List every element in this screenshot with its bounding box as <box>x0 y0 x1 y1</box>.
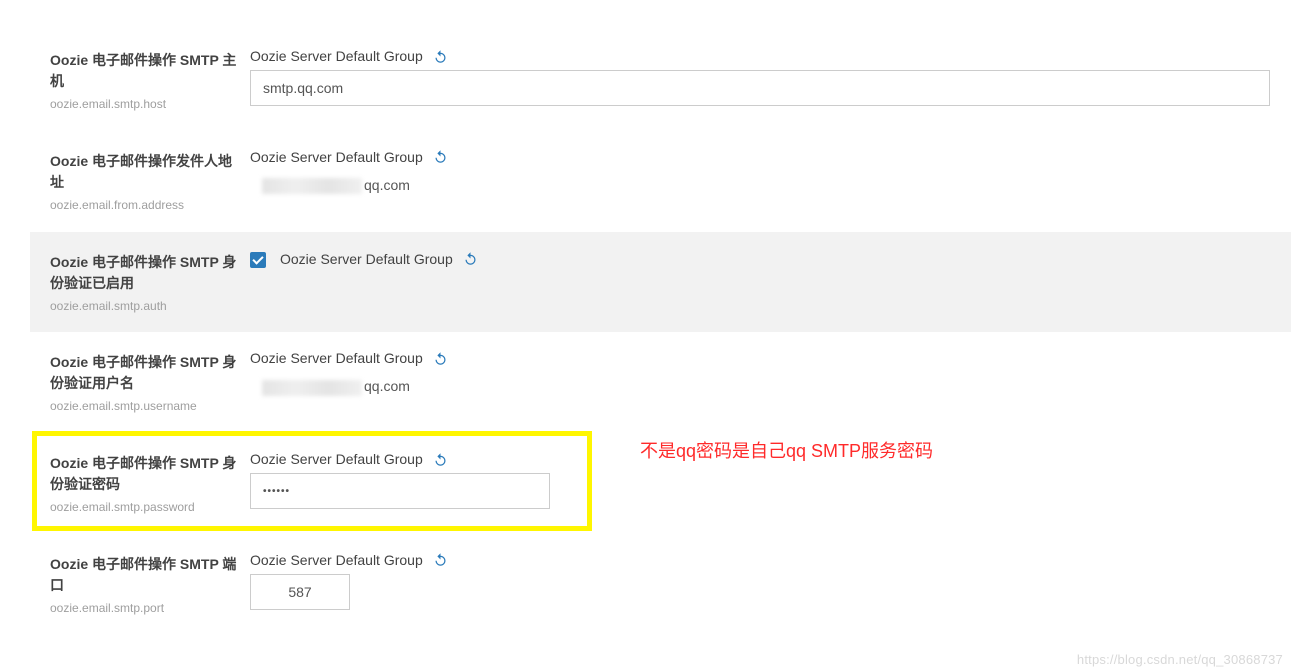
row-from-address: Oozie 电子邮件操作发件人地址 oozie.email.from.addre… <box>50 131 1291 232</box>
from-address-value[interactable]: qq.com <box>250 171 1291 194</box>
revert-icon[interactable] <box>433 351 448 366</box>
revert-icon[interactable] <box>433 552 448 567</box>
row-smtp-auth: Oozie 电子邮件操作 SMTP 身份验证已启用 oozie.email.sm… <box>30 232 1291 333</box>
row-smtp-password: 不是qq密码是自己qq SMTP服务密码 Oozie 电子邮件操作 SMTP 身… <box>50 433 1291 534</box>
label-col: Oozie 电子邮件操作 SMTP 身份验证密码 oozie.email.smt… <box>50 451 250 516</box>
field-title: Oozie 电子邮件操作 SMTP 端口 <box>50 554 240 596</box>
watermark: https://blog.csdn.net/qq_30868737 <box>1077 652 1283 667</box>
smtp-username-suffix: qq.com <box>364 378 410 394</box>
label-col: Oozie 电子邮件操作 SMTP 端口 oozie.email.smtp.po… <box>50 552 250 617</box>
group-line: Oozie Server Default Group <box>250 48 1291 64</box>
from-address-suffix: qq.com <box>364 177 410 193</box>
field-key: oozie.email.smtp.host <box>50 96 240 113</box>
value-col: Oozie Server Default Group qq.com <box>250 149 1291 194</box>
field-key: oozie.email.from.address <box>50 197 240 214</box>
smtp-port-input[interactable] <box>250 574 350 610</box>
field-key: oozie.email.smtp.auth <box>50 298 240 315</box>
value-col: Oozie Server Default Group <box>250 48 1291 106</box>
group-line: Oozie Server Default Group <box>250 552 1291 568</box>
group-line: Oozie Server Default Group <box>250 250 1291 268</box>
value-col: Oozie Server Default Group qq.com <box>250 350 1291 395</box>
smtp-auth-checkbox[interactable] <box>250 252 266 268</box>
group-line: Oozie Server Default Group <box>250 149 1291 165</box>
field-key: oozie.email.smtp.password <box>50 499 240 516</box>
field-title: Oozie 电子邮件操作 SMTP 身份验证密码 <box>50 453 240 495</box>
group-name: Oozie Server Default Group <box>250 48 423 64</box>
redacted-segment <box>262 380 362 396</box>
smtp-username-value[interactable]: qq.com <box>250 372 1291 395</box>
group-name: Oozie Server Default Group <box>250 149 423 165</box>
group-name: Oozie Server Default Group <box>250 451 423 467</box>
config-form: Oozie 电子邮件操作 SMTP 主机 oozie.email.smtp.ho… <box>0 0 1291 655</box>
revert-icon[interactable] <box>433 452 448 467</box>
revert-icon[interactable] <box>433 49 448 64</box>
redacted-segment <box>262 178 362 194</box>
smtp-password-input[interactable]: •••••• <box>250 473 550 509</box>
value-col: Oozie Server Default Group <box>250 552 1291 610</box>
label-col: Oozie 电子邮件操作发件人地址 oozie.email.from.addre… <box>50 149 250 214</box>
annotation-text: 不是qq密码是自己qq SMTP服务密码 <box>640 437 933 463</box>
group-name: Oozie Server Default Group <box>250 552 423 568</box>
field-key: oozie.email.smtp.port <box>50 600 240 617</box>
label-col: Oozie 电子邮件操作 SMTP 身份验证用户名 oozie.email.sm… <box>50 350 250 415</box>
smtp-host-input[interactable] <box>250 70 1270 106</box>
row-smtp-port: Oozie 电子邮件操作 SMTP 端口 oozie.email.smtp.po… <box>50 534 1291 635</box>
value-col: Oozie Server Default Group <box>250 250 1291 274</box>
row-smtp-username: Oozie 电子邮件操作 SMTP 身份验证用户名 oozie.email.sm… <box>50 332 1291 433</box>
row-smtp-host: Oozie 电子邮件操作 SMTP 主机 oozie.email.smtp.ho… <box>50 30 1291 131</box>
field-key: oozie.email.smtp.username <box>50 398 240 415</box>
label-col: Oozie 电子邮件操作 SMTP 身份验证已启用 oozie.email.sm… <box>50 250 250 315</box>
field-title: Oozie 电子邮件操作 SMTP 主机 <box>50 50 240 92</box>
group-line: Oozie Server Default Group <box>250 350 1291 366</box>
revert-icon[interactable] <box>463 251 478 266</box>
revert-icon[interactable] <box>433 149 448 164</box>
field-title: Oozie 电子邮件操作 SMTP 身份验证已启用 <box>50 252 240 294</box>
field-title: Oozie 电子邮件操作发件人地址 <box>50 151 240 193</box>
group-name: Oozie Server Default Group <box>250 350 423 366</box>
field-title: Oozie 电子邮件操作 SMTP 身份验证用户名 <box>50 352 240 394</box>
group-name: Oozie Server Default Group <box>280 251 453 267</box>
label-col: Oozie 电子邮件操作 SMTP 主机 oozie.email.smtp.ho… <box>50 48 250 113</box>
